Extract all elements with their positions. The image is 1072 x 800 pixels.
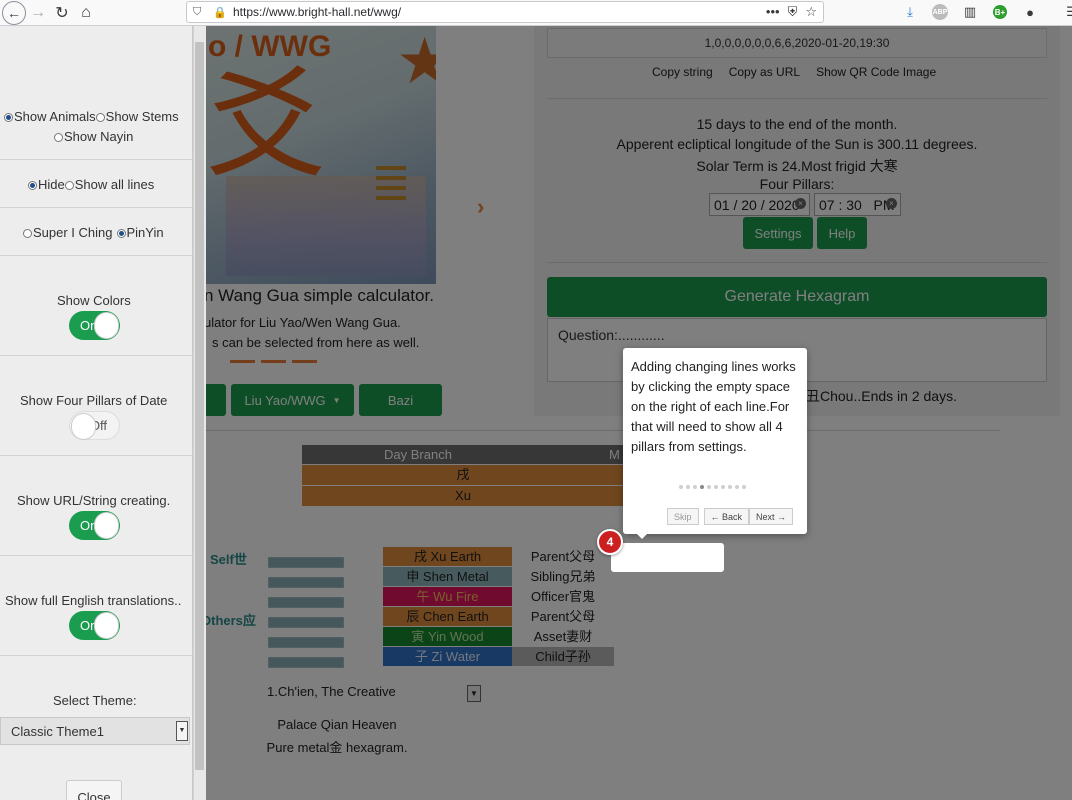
radio-show-all[interactable] — [64, 181, 74, 190]
tour-tooltip: Adding changing lines works by clicking … — [623, 348, 807, 539]
tour-step-dot — [735, 485, 739, 489]
extension-icon[interactable]: B+ — [990, 2, 1010, 22]
display-mode-radios: Show Animals Show Stems — [4, 109, 179, 124]
star-icon[interactable]: ☆ — [805, 4, 817, 20]
toggle-knob — [94, 612, 119, 639]
show-colors-toggle[interactable]: On — [69, 311, 120, 340]
radio-super-label: Super I Ching — [33, 225, 113, 240]
settings-sidebar: Show Animals Show Stems Show Nayin Hide Sh… — [0, 26, 193, 800]
page: o / WWG ★ 爻 › n Wang Gua simple calculat… — [0, 26, 1072, 800]
tour-back-button[interactable]: ← Back — [703, 508, 750, 525]
url-bar[interactable]: ⛉ 🔒 https://www.bright-hall.net/wwg/ •••… — [186, 1, 824, 23]
radio-stems[interactable] — [95, 113, 105, 122]
sidebar-divider — [0, 555, 193, 556]
toggle-knob — [94, 312, 119, 339]
sidebar-divider — [0, 655, 193, 656]
show-full-english-label: Show full English translations.. — [5, 593, 182, 608]
tour-skip-button[interactable]: Skip — [667, 508, 699, 525]
tour-step-dot — [742, 485, 746, 489]
tour-highlight-target[interactable] — [611, 543, 724, 572]
lines-radios: Hide Show all lines — [28, 177, 154, 192]
more-icon[interactable]: ••• — [766, 4, 780, 20]
extension-label: B+ — [993, 5, 1007, 19]
tour-step-dot — [679, 485, 683, 489]
pocket-icon[interactable]: ⛨ — [788, 4, 798, 20]
lock-icon[interactable]: 🔒 — [213, 6, 229, 19]
tour-step-dot — [700, 485, 704, 489]
adblock-label: ABP — [932, 4, 948, 20]
show-url-toggle[interactable]: On — [69, 511, 120, 540]
toggle-knob — [71, 413, 96, 440]
forward-icon[interactable]: → — [26, 1, 50, 25]
show-four-pillars-label: Show Four Pillars of Date — [20, 393, 168, 408]
select-theme-label: Select Theme: — [53, 693, 137, 708]
show-four-pillars-toggle[interactable]: Off — [69, 411, 120, 440]
tour-buttons: Skip ← Back Next → — [667, 508, 794, 525]
home-icon[interactable]: ⌂ — [74, 1, 98, 25]
library-icon[interactable]: ▥ — [960, 2, 980, 22]
radio-nayin[interactable] — [54, 133, 63, 142]
sidebar-divider — [0, 455, 193, 456]
reload-icon[interactable]: ↻ — [50, 1, 74, 25]
theme-select[interactable]: Classic Theme1 ▼ — [0, 717, 190, 745]
tour-step-dot — [714, 485, 718, 489]
tour-next-button[interactable]: Next → — [749, 508, 794, 525]
account-icon[interactable]: ● — [1020, 2, 1040, 22]
tooltip-caret — [635, 532, 649, 539]
show-full-english-toggle[interactable]: On — [69, 611, 120, 640]
sidebar-divider — [0, 355, 193, 356]
nayin-radio-row: Show Nayin — [54, 129, 133, 144]
menu-icon[interactable]: ☰ — [1062, 2, 1072, 22]
sidebar-divider — [0, 159, 193, 160]
close-sidebar-button[interactable]: Close — [66, 780, 122, 800]
tour-step-badge: 4 — [597, 529, 623, 555]
theme-select-value: Classic Theme1 — [11, 724, 104, 739]
show-url-label: Show URL/String creating. — [17, 493, 171, 508]
radio-stems-label: Show Stems — [105, 109, 179, 124]
tour-step-dot — [728, 485, 732, 489]
tour-step-dot — [686, 485, 690, 489]
back-icon[interactable]: ← — [2, 0, 26, 25]
sidebar-divider — [0, 207, 193, 208]
tour-step-dot — [693, 485, 697, 489]
tour-step-dot — [707, 485, 711, 489]
url-text: https://www.bright-hall.net/wwg/ — [233, 5, 402, 19]
radio-pinyin[interactable] — [116, 229, 126, 238]
tour-text: Adding changing lines works by clicking … — [631, 359, 796, 454]
browser-toolbar: ← → ↻ ⌂ ⛉ 🔒 https://www.bright-hall.net/… — [0, 0, 1072, 26]
screen: ← → ↻ ⌂ ⛉ 🔒 https://www.bright-hall.net/… — [0, 0, 1072, 800]
show-colors-label: Show Colors — [57, 293, 131, 308]
tour-step-dot — [721, 485, 725, 489]
sidebar-divider — [0, 255, 193, 256]
radio-show-all-label: Show all lines — [74, 177, 155, 192]
radio-nayin-label: Show Nayin — [64, 129, 134, 144]
radio-hide-label: Hide — [38, 177, 65, 192]
sidebar-scrollbar-thumb[interactable] — [195, 42, 204, 770]
adblock-icon[interactable]: ABP — [930, 2, 950, 22]
download-icon[interactable]: ⤓ — [900, 2, 920, 22]
toggle-knob — [94, 512, 119, 539]
dropdown-arrow-icon[interactable]: ▼ — [176, 721, 188, 741]
radio-animals[interactable] — [4, 113, 13, 122]
radio-animals-label: Show Animals — [14, 109, 96, 124]
radio-hide[interactable] — [28, 181, 37, 190]
radio-super-iching[interactable] — [23, 229, 32, 238]
tour-step-dots — [679, 485, 746, 489]
shield-icon[interactable]: ⛉ — [193, 6, 209, 19]
translation-radios: Super I Ching PinYin — [23, 225, 164, 240]
radio-pinyin-label: PinYin — [126, 225, 164, 240]
